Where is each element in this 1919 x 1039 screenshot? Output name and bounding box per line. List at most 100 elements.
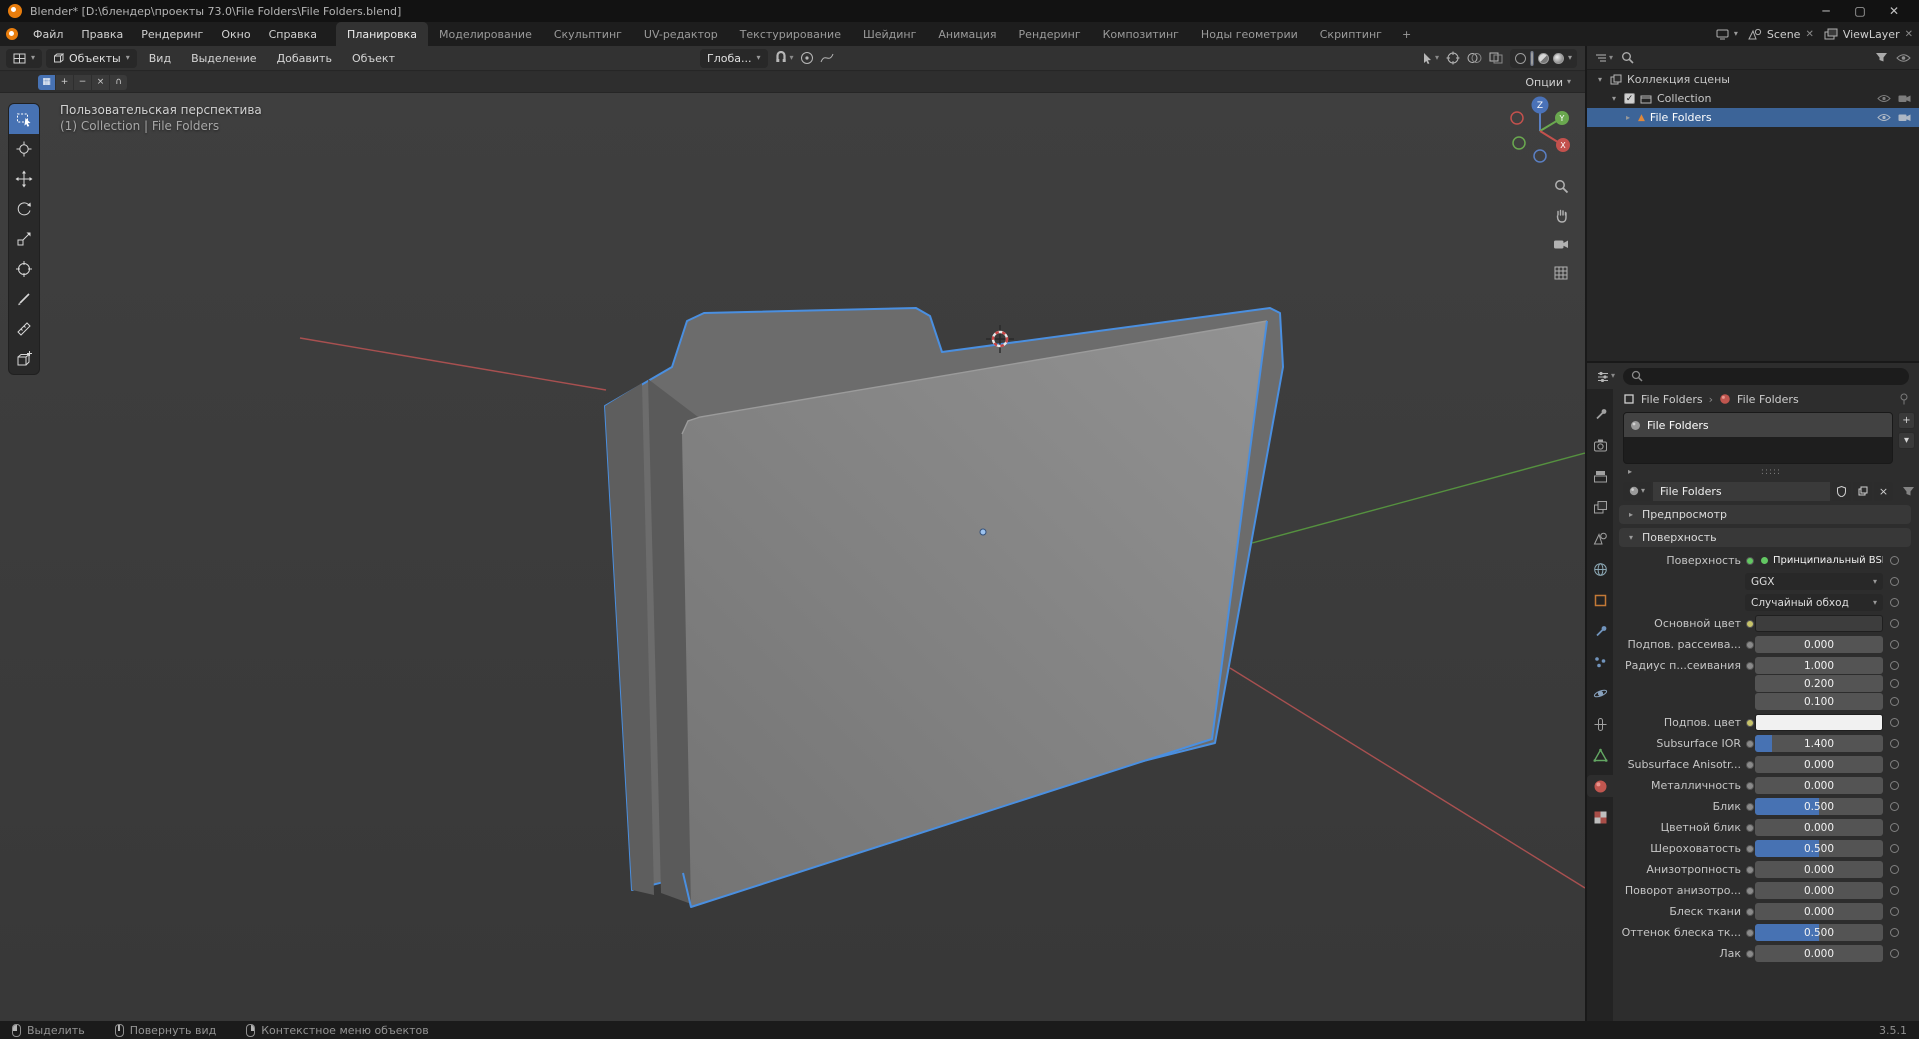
slot-specials-button[interactable]: ▾	[1898, 432, 1915, 449]
gizmo-y-neg[interactable]	[1512, 136, 1526, 150]
select-intersect-button[interactable]: ∩	[110, 74, 127, 90]
clearcoat-slider[interactable]: 0.000	[1755, 945, 1883, 962]
tab-scene-icon[interactable]	[1587, 527, 1613, 549]
decorator-icon[interactable]	[1887, 577, 1901, 586]
sheen-tint-slider[interactable]: 0.500	[1755, 924, 1883, 941]
subsurface-slider[interactable]: 0.000	[1755, 636, 1883, 653]
ws-tab-modeling[interactable]: Моделирование	[428, 22, 543, 46]
maximize-button[interactable]: ▢	[1843, 0, 1877, 22]
shading-dropdown-icon[interactable]: ▾	[1568, 54, 1572, 62]
viewlayer-unlink-icon[interactable]: ✕	[1905, 29, 1913, 40]
folder-front-mesh[interactable]	[682, 321, 1267, 907]
disclosure-icon[interactable]: ▸	[1623, 113, 1633, 122]
sss-radius-z-field[interactable]: 0.100	[1755, 693, 1883, 710]
material-slot-row[interactable]: File Folders	[1624, 413, 1892, 437]
scene-unlink-icon[interactable]: ✕	[1805, 29, 1813, 40]
browse-material-button[interactable]: ▾	[1623, 481, 1651, 501]
tool-annotate[interactable]	[9, 284, 39, 314]
panel-preview[interactable]: ▸ Предпросмотр	[1619, 505, 1911, 524]
zoom-icon[interactable]	[1552, 177, 1570, 195]
select-set-button[interactable]: ▦	[38, 74, 55, 90]
ws-tab-layout[interactable]: Планировка	[336, 22, 429, 46]
tab-constraints-icon[interactable]	[1587, 713, 1613, 735]
select-extend-button[interactable]: +	[56, 74, 73, 90]
decorator-icon[interactable]	[1887, 697, 1901, 706]
falloff-curve-icon[interactable]	[820, 51, 834, 65]
fake-user-button[interactable]	[1832, 481, 1851, 501]
shading-material-icon[interactable]	[1537, 52, 1549, 64]
tool-measure[interactable]	[9, 314, 39, 344]
ws-tab-animation[interactable]: Анимация	[927, 22, 1007, 46]
add-workspace-button[interactable]: +	[1393, 22, 1420, 46]
decorator-icon[interactable]	[1887, 823, 1901, 832]
screen-layout-dropdown[interactable]: ▾	[1716, 29, 1738, 40]
tab-physics-icon[interactable]	[1587, 682, 1613, 704]
menu-view[interactable]: Вид	[141, 52, 179, 65]
decorator-icon[interactable]	[1887, 844, 1901, 853]
eye-icon[interactable]	[1877, 113, 1891, 122]
navigation-gizmo[interactable]: Z Y X	[1502, 93, 1578, 169]
tab-viewlayer-icon[interactable]	[1587, 496, 1613, 518]
tool-move[interactable]	[9, 164, 39, 194]
tool-rotate[interactable]	[9, 194, 39, 224]
camera-view-icon[interactable]	[1552, 235, 1570, 253]
new-material-button[interactable]	[1853, 481, 1872, 501]
tool-transform[interactable]	[9, 254, 39, 284]
camera-render-icon[interactable]	[1898, 113, 1911, 122]
shading-rendered-icon[interactable]	[1552, 52, 1564, 64]
properties-search-input[interactable]	[1623, 367, 1909, 385]
header-eye-icon[interactable]	[1896, 53, 1911, 63]
xray-toggle-icon[interactable]	[1489, 52, 1503, 64]
panel-surface[interactable]: ▾ Поверхность	[1619, 528, 1911, 547]
decorator-icon[interactable]	[1887, 907, 1901, 916]
shading-wireframe-icon[interactable]	[1514, 52, 1526, 64]
outliner-search-icon[interactable]	[1621, 51, 1634, 64]
menu-file[interactable]: Файл	[24, 22, 72, 46]
menu-help[interactable]: Справка	[260, 22, 326, 46]
menu-add[interactable]: Добавить	[269, 52, 340, 65]
base-color-swatch[interactable]	[1755, 615, 1883, 632]
menu-object[interactable]: Объект	[344, 52, 403, 65]
tab-particles-icon[interactable]	[1587, 651, 1613, 673]
tab-output-icon[interactable]	[1587, 465, 1613, 487]
decorator-icon[interactable]	[1887, 619, 1901, 628]
tool-cursor[interactable]	[9, 134, 39, 164]
snap-magnet-icon[interactable]: ▾	[774, 51, 794, 65]
tab-tool-icon[interactable]	[1587, 403, 1613, 425]
close-button[interactable]: ✕	[1877, 0, 1911, 22]
outliner-filter-icon[interactable]	[1875, 52, 1888, 63]
gizmo-z-neg[interactable]	[1533, 149, 1547, 163]
editor-type-dropdown[interactable]: ▾	[6, 48, 43, 68]
roughness-slider[interactable]: 0.500	[1755, 840, 1883, 857]
grid-ortho-icon[interactable]	[1552, 264, 1570, 282]
decorator-icon[interactable]	[1887, 928, 1901, 937]
aniso-rotation-slider[interactable]: 0.000	[1755, 882, 1883, 899]
decorator-icon[interactable]	[1887, 865, 1901, 874]
sss-method-dropdown[interactable]: Случайный обход ▾	[1745, 594, 1883, 611]
decorator-icon[interactable]	[1887, 949, 1901, 958]
specular-tint-slider[interactable]: 0.000	[1755, 819, 1883, 836]
camera-render-icon[interactable]	[1898, 94, 1911, 103]
tool-scale[interactable]	[9, 224, 39, 254]
material-filter-icon[interactable]	[1902, 486, 1915, 497]
specular-slider[interactable]: 0.500	[1755, 798, 1883, 815]
breadcrumb-data[interactable]: File Folders	[1737, 393, 1799, 406]
tool-add-cube[interactable]	[9, 344, 39, 374]
decorator-icon[interactable]	[1887, 661, 1901, 670]
surface-shader-button[interactable]: Принципиальный BSDF	[1755, 552, 1883, 569]
app-menu-icon[interactable]	[0, 22, 24, 46]
add-slot-button[interactable]: +	[1898, 412, 1915, 429]
subsurface-ior-slider[interactable]: 1.400	[1755, 735, 1883, 752]
unlink-material-button[interactable]: ×	[1874, 481, 1893, 501]
tab-modifiers-icon[interactable]	[1587, 620, 1613, 642]
minimize-button[interactable]: ─	[1809, 0, 1843, 22]
eye-icon[interactable]	[1877, 94, 1891, 103]
shading-solid-icon[interactable]	[1530, 50, 1533, 66]
tool-select-box[interactable]	[9, 104, 39, 134]
decorator-icon[interactable]	[1887, 556, 1901, 565]
properties-editor-dropdown[interactable]: ▾	[1597, 371, 1615, 382]
tab-object-data-icon[interactable]	[1587, 744, 1613, 766]
decorator-icon[interactable]	[1887, 739, 1901, 748]
select-subtract-button[interactable]: −	[74, 74, 91, 90]
options-dropdown[interactable]: Опции ▾	[1525, 76, 1571, 89]
